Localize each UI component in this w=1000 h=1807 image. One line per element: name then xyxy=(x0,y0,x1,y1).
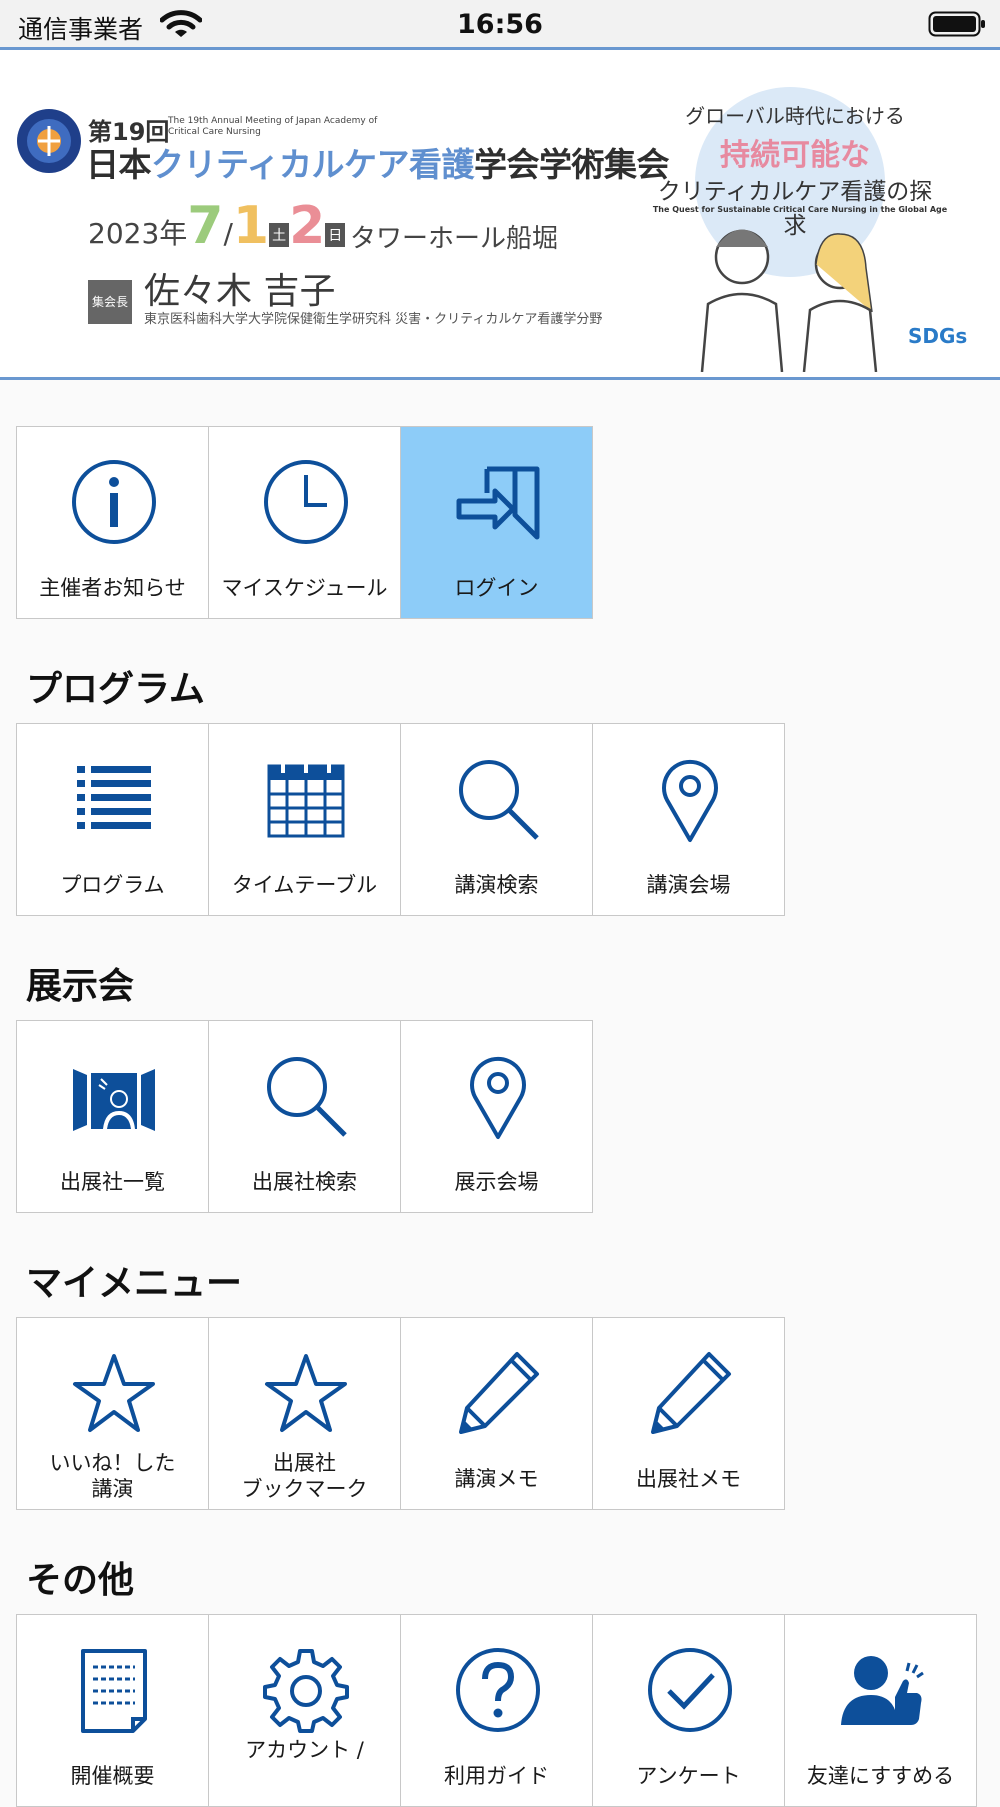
clock-time: 16:56 xyxy=(457,9,543,40)
talk-search-tile[interactable]: 講演検索 xyxy=(400,723,593,916)
status-bar: 通信事業者 16:56 xyxy=(0,0,1000,50)
exhibitor-memo-tile[interactable]: 出展社メモ xyxy=(592,1317,785,1510)
section-title-mymenu: マイメニュー xyxy=(26,1263,243,1304)
exhibitor-bookmark-tile[interactable]: 出展社 ブックマーク xyxy=(208,1317,401,1510)
talk-venue-tile[interactable]: 講演会場 xyxy=(592,723,785,916)
tile-label: 講演メモ xyxy=(454,1467,539,1491)
academy-logo-icon xyxy=(17,109,81,173)
star-icon xyxy=(265,1354,347,1432)
check-circle-icon xyxy=(648,1648,732,1732)
organizer-notices-tile[interactable]: 主催者お知らせ xyxy=(16,426,209,619)
pencil-icon xyxy=(651,1352,731,1434)
program-tile[interactable]: プログラム xyxy=(16,723,209,916)
calendar-icon xyxy=(267,763,345,838)
conference-banner: 第19回 The 19th Annual Meeting of Japan Ac… xyxy=(0,50,1000,380)
account-tile[interactable]: アカウント / xyxy=(208,1614,401,1807)
slogan-line-1: グローバル時代における xyxy=(685,104,905,128)
exhibitor-search-tile[interactable]: 出展社検索 xyxy=(208,1020,401,1213)
tile-label: 出展社検索 xyxy=(252,1170,357,1194)
battery-icon xyxy=(928,11,985,37)
recommend-icon xyxy=(841,1656,924,1725)
conference-title: 日本クリティカルケア看護学会学術集会 xyxy=(86,145,670,184)
chair-name: 佐々木 吉子 xyxy=(144,271,336,312)
slogan-line-2: 持続可能な xyxy=(720,138,870,173)
search-icon xyxy=(267,1057,347,1137)
document-icon xyxy=(81,1649,147,1733)
help-icon xyxy=(456,1648,540,1732)
recommend-tile[interactable]: 友達にすすめる xyxy=(784,1614,977,1807)
tile-label: 出展社メモ xyxy=(636,1467,741,1491)
survey-tile[interactable]: アンケート xyxy=(592,1614,785,1807)
search-icon xyxy=(459,760,539,840)
other-grid: 開催概要 アカウント / 利用ガイド アンケート 友達にすすめる xyxy=(16,1614,977,1807)
tile-label: いいね！した 講演 xyxy=(49,1451,176,1501)
exhibitor-icon xyxy=(73,1069,155,1131)
tile-label: 講演検索 xyxy=(454,873,539,897)
mymenu-grid: いいね！した 講演 出展社 ブックマーク 講演メモ 出展社メモ xyxy=(16,1317,785,1510)
login-icon xyxy=(456,466,540,540)
timetable-tile[interactable]: タイムテーブル xyxy=(208,723,401,916)
tile-label: プログラム xyxy=(60,873,165,897)
exhibition-venue-tile[interactable]: 展示会場 xyxy=(400,1020,593,1213)
tile-label: 主催者お知らせ xyxy=(39,576,186,600)
list-icon xyxy=(77,766,151,829)
map-pin-icon xyxy=(662,759,718,842)
pencil-icon xyxy=(459,1352,539,1434)
my-schedule-tile[interactable]: マイスケジュール xyxy=(208,426,401,619)
tile-label: 出展社 ブックマーク xyxy=(241,1451,368,1501)
exhibitor-list-tile[interactable]: 出展社一覧 xyxy=(16,1020,209,1213)
venue-name: タワーホール船堀 xyxy=(350,224,559,254)
talk-memo-tile[interactable]: 講演メモ xyxy=(400,1317,593,1510)
liked-talks-tile[interactable]: いいね！した 講演 xyxy=(16,1317,209,1510)
exhibition-grid: 出展社一覧 出展社検索 展示会場 xyxy=(16,1020,593,1213)
event-overview-tile[interactable]: 開催概要 xyxy=(16,1614,209,1807)
tile-label: アカウント / xyxy=(245,1738,364,1762)
tile-label: ログイン xyxy=(454,576,539,600)
tile-label: 展示会場 xyxy=(454,1170,539,1194)
program-grid: プログラム タイムテーブル 講演検索 講演会場 xyxy=(16,723,785,916)
section-title-program: プログラム xyxy=(26,669,205,710)
tile-label: 開催概要 xyxy=(70,1764,155,1788)
tile-label: 出展社一覧 xyxy=(60,1170,165,1194)
login-tile[interactable]: ログイン xyxy=(400,426,593,619)
tile-label: 利用ガイド xyxy=(444,1764,549,1788)
clock-icon xyxy=(264,460,348,544)
edition-english: The 19th Annual Meeting of Japan Academy… xyxy=(168,116,378,137)
section-title-exhibition: 展示会 xyxy=(26,966,135,1007)
conference-date: 2023年7/1 土2 日 xyxy=(88,196,346,256)
tile-label: マイスケジュール xyxy=(221,576,388,600)
tile-label: タイムテーブル xyxy=(231,873,378,897)
slogan-english: The Quest for Sustainable Critical Care … xyxy=(652,205,948,214)
chair-affiliation: 東京医科歯科大学大学院保健衛生学研究科 災害・クリティカルケア看護学分野 xyxy=(144,312,603,327)
chair-label: 集会長 xyxy=(88,280,132,324)
gear-icon xyxy=(263,1649,349,1733)
star-icon xyxy=(73,1354,155,1432)
usage-guide-tile[interactable]: 利用ガイド xyxy=(400,1614,593,1807)
sdgs-badge: SDGs xyxy=(908,324,968,348)
tile-label: 講演会場 xyxy=(646,873,731,897)
info-icon xyxy=(72,460,156,544)
tile-label: アンケート xyxy=(636,1764,741,1788)
map-pin-icon xyxy=(470,1056,526,1139)
tile-label: 友達にすすめる xyxy=(806,1764,955,1788)
section-title-other: その他 xyxy=(26,1560,135,1601)
quick-actions-grid: 主催者お知らせ マイスケジュール ログイン xyxy=(16,426,593,619)
